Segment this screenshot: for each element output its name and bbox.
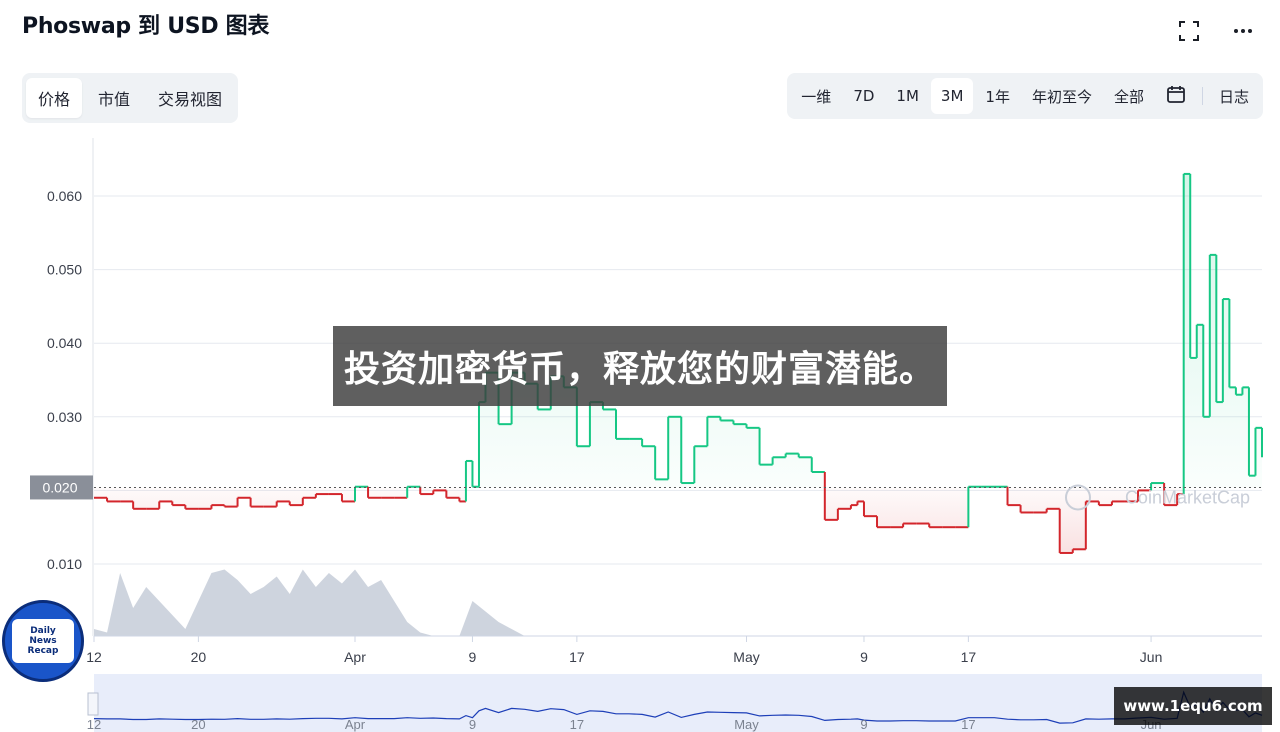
navigator-handle: [87, 692, 99, 716]
y-tick-label: 0.040: [47, 335, 82, 351]
navigator-tick-label: Apr: [345, 717, 366, 732]
x-tick-label: 17: [569, 649, 585, 665]
range-ytd[interactable]: 年初至今: [1022, 77, 1102, 116]
range-7d[interactable]: 7D: [843, 78, 884, 114]
tab-tradingview[interactable]: 交易视图: [146, 78, 234, 118]
badge-line-1: Daily: [30, 626, 56, 636]
baseline-label: 0.020: [42, 479, 77, 495]
more-icon[interactable]: [1230, 18, 1256, 44]
range-1m[interactable]: 1M: [886, 78, 929, 114]
calendar-icon[interactable]: [1156, 75, 1196, 117]
price-chart[interactable]: 0.0100.0200.0300.0400.0500.0600.020CoinM…: [0, 130, 1280, 732]
x-tick-label: Jun: [1140, 649, 1163, 665]
navigator-track: [94, 674, 1262, 732]
navigator-tick-label: 9: [469, 717, 476, 732]
navigator-tick-label: 17: [570, 717, 584, 732]
coinmarketcap-watermark: CoinMarketCap: [1125, 487, 1250, 507]
fullscreen-icon[interactable]: [1176, 18, 1202, 44]
x-tick-label: 9: [469, 649, 477, 665]
volume-area: [94, 569, 551, 636]
x-tick-label: 17: [961, 649, 977, 665]
navigator-tick-label: 20: [191, 717, 205, 732]
top-toolbar: [1176, 18, 1256, 44]
x-tick-label: May: [733, 649, 759, 665]
range-tabs: 一维 7D 1M 3M 1年 年初至今 全部 日志: [787, 73, 1263, 119]
navigator-tick-label: May: [734, 717, 759, 732]
x-tick-label: 9: [860, 649, 868, 665]
promo-banner: 投资加密货币，释放您的财富潜能。: [333, 326, 947, 406]
tab-market-cap[interactable]: 市值: [86, 78, 142, 118]
page-title: Phoswap 到 USD 图表: [22, 14, 270, 39]
range-1y[interactable]: 1年: [975, 77, 1020, 116]
y-tick-label: 0.050: [47, 262, 82, 278]
y-tick-label: 0.060: [47, 188, 82, 204]
navigator-tick-label: 9: [860, 717, 867, 732]
daily-news-recap-logo: Daily News Recap: [2, 600, 84, 682]
x-tick-label: 20: [191, 649, 207, 665]
range-all[interactable]: 全部: [1104, 77, 1154, 116]
divider: [1201, 87, 1203, 105]
navigator-tick-label: 12: [87, 717, 101, 732]
navigator-tick-label: 17: [961, 717, 975, 732]
view-tabs: 价格 市值 交易视图: [22, 73, 239, 123]
x-tick-label: 12: [86, 649, 102, 665]
price-area-below: [94, 487, 1184, 553]
y-tick-label: 0.030: [47, 409, 82, 425]
tab-price[interactable]: 价格: [26, 78, 83, 118]
y-tick-label: 0.010: [47, 556, 82, 572]
range-3m[interactable]: 3M: [930, 78, 974, 114]
x-tick-label: Apr: [344, 649, 366, 665]
badge-line-2: News: [29, 636, 57, 646]
url-watermark: www.1equ6.com: [1114, 687, 1272, 725]
badge-line-3: Recap: [27, 646, 59, 656]
log-scale-toggle[interactable]: 日志: [1209, 77, 1259, 116]
range-1d[interactable]: 一维: [791, 77, 841, 116]
